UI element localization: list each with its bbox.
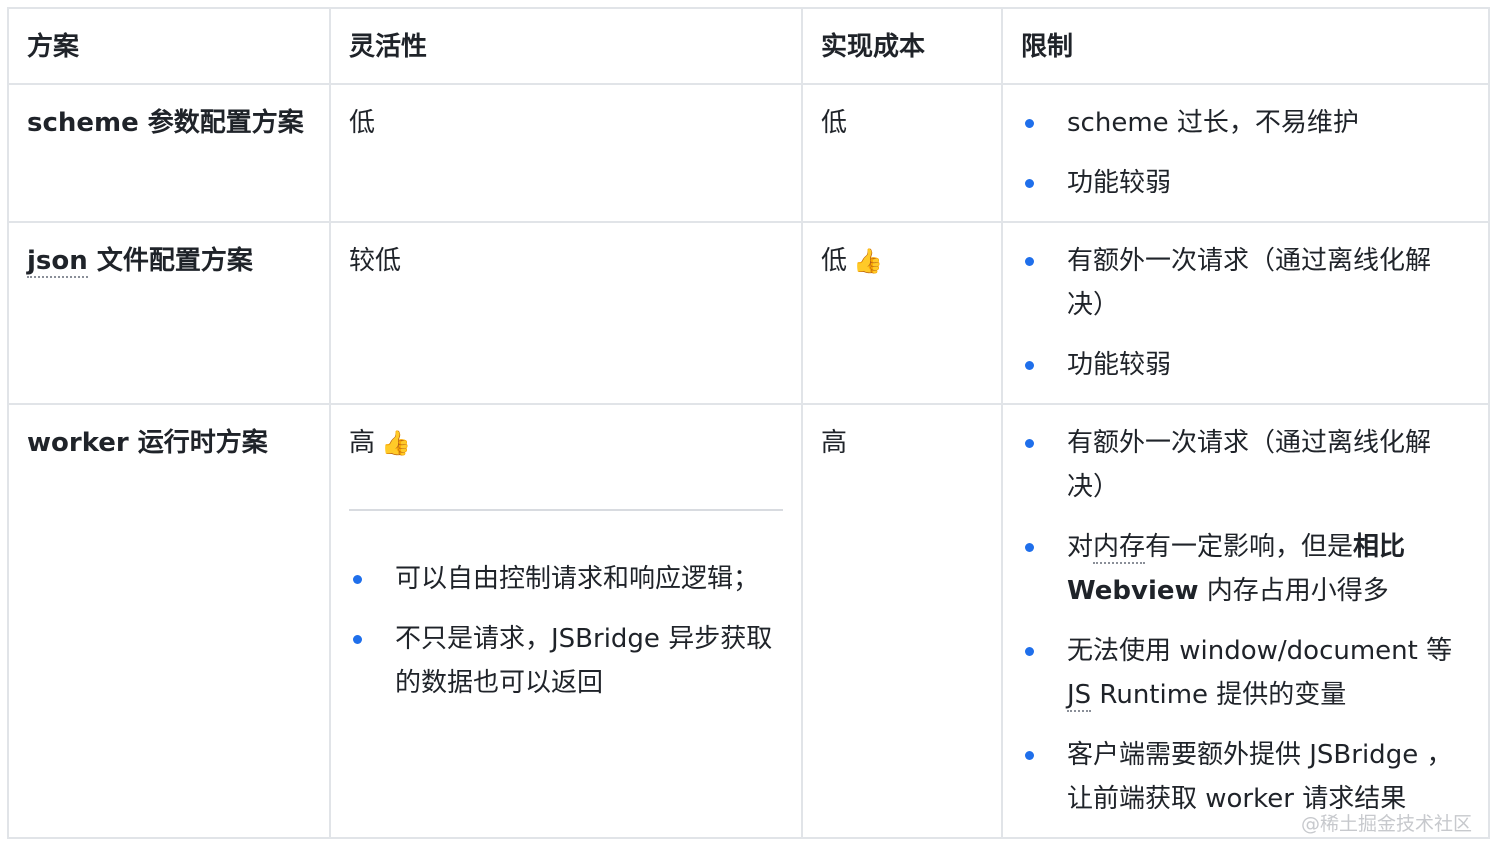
list-item: 不只是请求，JSBridge 异步获取的数据也可以返回	[349, 617, 783, 705]
flexibility-value-line: 高 👍	[349, 421, 783, 465]
text-segment: 内存占用小得多	[1198, 576, 1389, 606]
list-item: 有额外一次请求（通过离线化解决）	[1021, 239, 1470, 327]
list-item: 可以自由控制请求和响应逻辑；	[349, 557, 783, 601]
header-row: 方案 灵活性 实现成本 限制	[7, 7, 1490, 85]
list-item: 对内存有一定影响，但是相比 Webview 内存占用小得多	[1021, 525, 1470, 613]
divider	[349, 509, 783, 511]
text-segment: Runtime 提供的变量	[1091, 680, 1347, 710]
cost-cell: 低	[801, 83, 1003, 223]
list-item: 功能较弱	[1021, 161, 1470, 205]
limits-cell: scheme 过长，不易维护 功能较弱	[1001, 83, 1490, 223]
text-segment: 有一定影响，但是	[1145, 532, 1354, 562]
scheme-cell: json 文件配置方案	[7, 221, 331, 405]
text-segment: 对	[1067, 532, 1094, 562]
limits-cell: 有额外一次请求（通过离线化解决） 功能较弱	[1001, 221, 1490, 405]
flexibility-cell: 高 👍 可以自由控制请求和响应逻辑； 不只是请求，JSBridge 异步获取的数据…	[329, 403, 803, 839]
cost-value: 低	[821, 246, 848, 276]
scheme-cell: worker 运行时方案	[7, 403, 331, 839]
cost-cell: 低 👍	[801, 221, 1003, 405]
watermark: @稀土掘金技术社区	[1300, 813, 1472, 835]
header-limits: 限制	[1001, 7, 1490, 85]
flexibility-cell: 较低	[329, 221, 803, 405]
table-row: worker 运行时方案 高 👍 可以自由控制请求和响应逻辑； 不只是请求，JSB…	[7, 403, 1490, 839]
header-scheme: 方案	[7, 7, 331, 85]
limits-list: scheme 过长，不易维护 功能较弱	[1021, 101, 1470, 205]
list-item: 无法使用 window/document 等 JS Runtime 提供的变量	[1021, 629, 1470, 717]
limits-cell: 有额外一次请求（通过离线化解决） 对内存有一定影响，但是相比 Webview 内…	[1001, 403, 1490, 839]
flexibility-cell: 低	[329, 83, 803, 223]
list-item: scheme 过长，不易维护	[1021, 101, 1470, 145]
text-segment: 无法使用 window/document 等	[1067, 636, 1453, 666]
thumbs-up-icon: 👍	[853, 247, 883, 275]
list-item: 功能较弱	[1021, 343, 1470, 387]
memory-term[interactable]: 内存	[1093, 532, 1146, 564]
list-item: 有额外一次请求（通过离线化解决）	[1021, 421, 1470, 509]
limits-list: 有额外一次请求（通过离线化解决） 功能较弱	[1021, 239, 1470, 387]
comparison-table: 方案 灵活性 实现成本 限制 scheme 参数配置方案 低 低 scheme …	[7, 7, 1490, 839]
js-term[interactable]: JS	[1067, 680, 1092, 712]
list-item: 客户端需要额外提供 JSBridge ，让前端获取 worker 请求结果	[1021, 733, 1470, 821]
json-term[interactable]: json	[27, 246, 88, 278]
header-cost: 实现成本	[801, 7, 1003, 85]
limits-list: 有额外一次请求（通过离线化解决） 对内存有一定影响，但是相比 Webview 内…	[1021, 421, 1470, 821]
table-row: scheme 参数配置方案 低 低 scheme 过长，不易维护 功能较弱	[7, 83, 1490, 223]
flexibility-value: 高	[349, 428, 376, 458]
scheme-label: 文件配置方案	[87, 246, 253, 276]
scheme-cell: scheme 参数配置方案	[7, 83, 331, 223]
table-row: json 文件配置方案 较低 低 👍 有额外一次请求（通过离线化解决） 功能较弱	[7, 221, 1490, 405]
thumbs-up-icon: 👍	[381, 429, 411, 457]
header-flexibility: 灵活性	[329, 7, 803, 85]
flexibility-points: 可以自由控制请求和响应逻辑； 不只是请求，JSBridge 异步获取的数据也可以…	[349, 557, 783, 705]
cost-cell: 高	[801, 403, 1003, 839]
